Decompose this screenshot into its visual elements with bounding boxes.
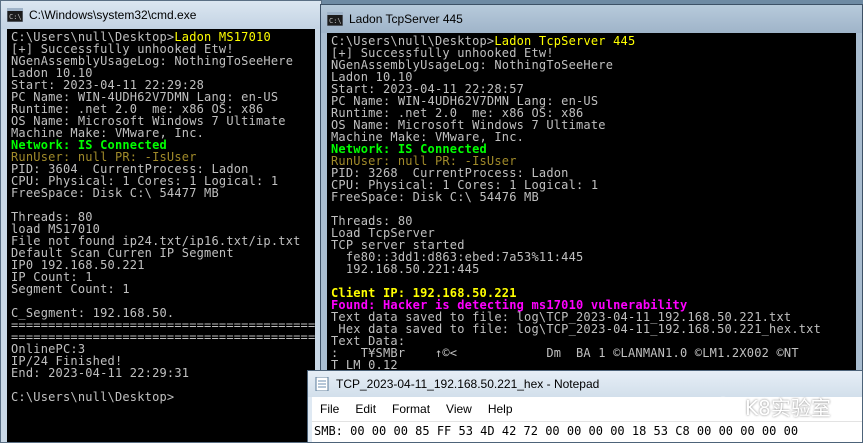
- console-line-text: End: 2023-04-11 22:29:31: [11, 366, 190, 380]
- menu-help[interactable]: Help: [480, 402, 521, 416]
- menu-edit[interactable]: Edit: [347, 402, 384, 416]
- notepad-title: TCP_2023-04-11_192.168.50.221_hex - Note…: [336, 377, 600, 391]
- wechat-icon: [713, 396, 739, 417]
- console-line-text: 192.168.50.221:445: [331, 262, 480, 276]
- notepad-icon: [315, 377, 329, 391]
- console-line: FreeSpace: Disk C:\ 54476 MB: [331, 191, 856, 203]
- console-line: Hex data saved to file: log\TCP_2023-04-…: [331, 323, 856, 335]
- tcpserver-titlebar[interactable]: C:\ Ladon TcpServer 445: [321, 5, 862, 33]
- menu-format[interactable]: Format: [384, 402, 438, 416]
- cmd-titlebar[interactable]: C:\ C:\Windows\system32\cmd.exe: [1, 1, 321, 29]
- cmd-icon: C:\: [7, 8, 23, 22]
- cmd-icon: C:\: [327, 12, 343, 26]
- console-line-text: FreeSpace: Disk C:\ 54476 MB: [331, 190, 539, 204]
- console-line: End: 2023-04-11 22:29:31: [11, 367, 315, 379]
- tcpserver-title: Ladon TcpServer 445: [349, 12, 463, 26]
- menu-file[interactable]: File: [312, 402, 347, 416]
- console-line-text: Segment Count: 1: [11, 282, 130, 296]
- console-line: C:\Users\null\Desktop>: [11, 391, 315, 403]
- console-line: FreeSpace: Disk C:\ 54477 MB: [11, 187, 315, 199]
- menu-view[interactable]: View: [438, 402, 480, 416]
- watermark-text: K8实验室: [745, 396, 831, 420]
- cmd-title: C:\Windows\system32\cmd.exe: [29, 8, 197, 22]
- console-line-text: FreeSpace: Disk C:\ 54477 MB: [11, 186, 219, 200]
- console-line-text: C:\Users\null\Desktop>: [11, 390, 175, 404]
- svg-text:C:\: C:\: [9, 13, 22, 21]
- notepad-text-area[interactable]: SMB: 00 00 00 85 FF 53 4D 42 72 00 00 00…: [312, 422, 862, 442]
- console-line: Segment Count: 1: [11, 283, 315, 295]
- cmd-console-output[interactable]: C:\Users\null\Desktop>Ladon MS17010 [+] S…: [7, 29, 315, 442]
- cmd-window-ms17010[interactable]: C:\ C:\Windows\system32\cmd.exe C:\Users…: [0, 0, 322, 443]
- console-line: : T¥SMBr ↑©< Dm BA 1 ©LANMAN1.0 ©LM1.2X0…: [331, 347, 856, 359]
- watermark: K8实验室: [713, 392, 831, 421]
- cmd-window-tcpserver[interactable]: C:\ Ladon TcpServer 445 C:\Users\null\De…: [320, 4, 863, 374]
- svg-text:C:\: C:\: [329, 17, 342, 25]
- tcpserver-console-output[interactable]: C:\Users\null\Desktop>Ladon TcpServer 44…: [327, 33, 856, 373]
- console-line: 192.168.50.221:445: [331, 263, 856, 275]
- console-line-text: : T¥SMBr ↑©< Dm BA 1 ©LANMAN1.0 ©LM1.2X0…: [331, 346, 799, 360]
